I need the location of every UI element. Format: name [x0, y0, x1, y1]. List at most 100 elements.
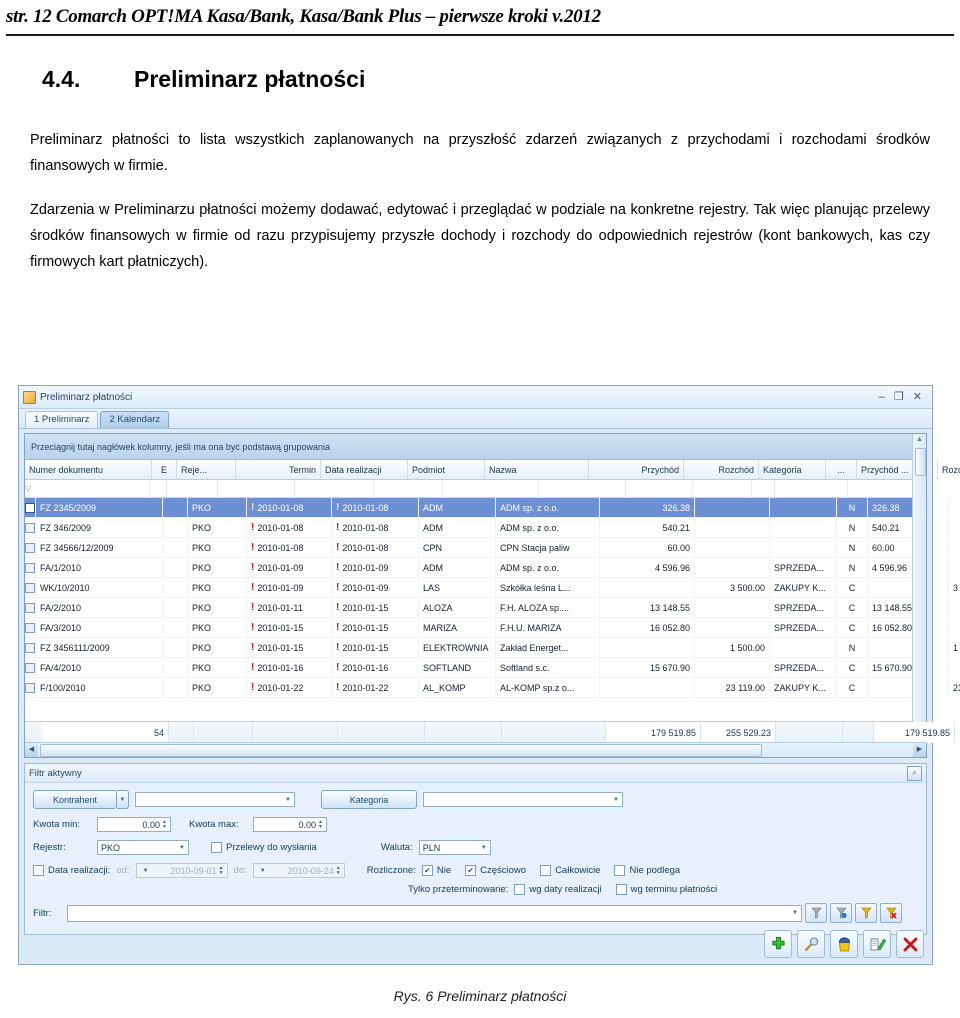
column-header[interactable]: Termin	[236, 460, 321, 479]
column-filter-cell[interactable]	[31, 480, 151, 497]
row-checkbox[interactable]	[25, 498, 36, 517]
przelewy-checkbox-item[interactable]: ✔ Przelewy do wysłania	[211, 842, 317, 853]
column-filter-cell[interactable]	[626, 480, 694, 497]
tab-kalendarz[interactable]: 2 Kalendarz	[100, 411, 170, 428]
close-icon[interactable]: ✕	[913, 392, 922, 403]
checkbox-option[interactable]: ✔wg daty realizacji	[514, 884, 602, 895]
hscroll-thumb[interactable]	[40, 744, 762, 757]
stepper-icon[interactable]: ▲ ▼	[318, 819, 323, 830]
stepper-icon[interactable]: ▲ ▼	[336, 865, 341, 876]
column-header[interactable]: ...	[826, 460, 857, 479]
checkbox-icon[interactable]: ✔	[540, 865, 552, 876]
funnel-yellow-icon[interactable]	[855, 903, 877, 923]
checkbox-option[interactable]: ✔ Nie	[421, 865, 451, 876]
delete-button[interactable]	[830, 930, 858, 958]
kontrahent-combo[interactable]: ▼	[135, 792, 295, 807]
checkbox-icon[interactable]: ✔	[33, 865, 44, 876]
scroll-up-icon[interactable]: ▲	[916, 434, 923, 445]
row-checkbox[interactable]	[25, 678, 36, 697]
table-row[interactable]: FA/2/2010 PKO! 2010-01-11! 2010-01-15 ALOZA F…	[25, 598, 949, 618]
checkbox-option[interactable]: ✔wg terminu płatności	[615, 884, 717, 895]
column-header[interactable]: Rozchód w...	[938, 460, 960, 479]
table-row[interactable]: FZ 346/2009 PKO! 2010-01-08! 2010-01-08 ADM A…	[25, 518, 949, 538]
waluta-combo[interactable]: PLN ▼	[418, 840, 491, 855]
column-filter-cell[interactable]	[218, 480, 296, 497]
row-checkbox[interactable]	[25, 538, 36, 557]
hscroll-track[interactable]	[38, 743, 913, 757]
table-row[interactable]: FA/1/2010 PKO! 2010-01-09! 2010-01-09 ADM ADM…	[25, 558, 949, 578]
funnel-blue-icon[interactable]	[830, 903, 852, 923]
vertical-scrollbar[interactable]: ▲ ▼	[912, 434, 926, 742]
table-row[interactable]: F/100/2010 PKO! 2010-01-22! 2010-01-22 AL_KO…	[25, 678, 960, 698]
checkbox-icon[interactable]: ✔	[211, 842, 222, 853]
column-filter-cell[interactable]	[295, 480, 375, 497]
column-filter-cell[interactable]	[539, 480, 627, 497]
row-checkbox[interactable]	[25, 658, 36, 677]
column-header[interactable]: Przychód	[589, 460, 684, 479]
edit-button[interactable]	[863, 930, 891, 958]
table-row[interactable]: FA/3/2010 PKO! 2010-01-15! 2010-01-15 MARIZA…	[25, 618, 949, 638]
tab-preliminarz[interactable]: 1 Preliminarz	[25, 411, 99, 428]
minimize-icon[interactable]: –	[879, 392, 885, 403]
filtr-input[interactable]: ▼	[67, 904, 802, 922]
column-filter-cell[interactable]	[167, 480, 219, 497]
row-checkbox[interactable]	[25, 598, 36, 617]
kontrahent-button[interactable]: Kontrahent	[33, 790, 117, 809]
table-row[interactable]: FA/4/2010 PKO! 2010-01-16! 2010-01-16 SOFTLA…	[25, 658, 949, 678]
kategoria-button[interactable]: Kategoria	[321, 790, 417, 809]
column-header[interactable]: Data realizacji	[321, 460, 408, 479]
table-row[interactable]: WK/10/2010 PKO! 2010-01-09! 2010-01-09 LAS Sz…	[25, 578, 960, 598]
checkbox-icon[interactable]: ✔	[615, 884, 627, 895]
column-header[interactable]: Numer dokumentu	[25, 460, 152, 479]
vscroll-thumb[interactable]	[915, 448, 926, 476]
funnel-grey-icon[interactable]	[805, 903, 827, 923]
column-filter-cell[interactable]	[693, 480, 753, 497]
add-button[interactable]	[764, 930, 792, 958]
od-date-input[interactable]: ▼ 2010-09-01 ▲ ▼	[135, 863, 228, 878]
checkbox-option[interactable]: ✔Nie podlega	[614, 865, 680, 876]
column-filter-cell[interactable]	[775, 480, 849, 497]
data-realizacji-checkbox-item[interactable]: ✔ Data realizacji:	[33, 865, 110, 876]
column-header[interactable]: Podmiot	[408, 460, 485, 479]
column-header[interactable]: Nazwa	[485, 460, 589, 479]
do-date-input[interactable]: ▼ 2010-09-24 ▲ ▼	[252, 863, 345, 878]
row-checkbox[interactable]	[25, 518, 36, 537]
scroll-right-icon[interactable]: ▶	[913, 743, 926, 757]
column-header[interactable]: E	[152, 460, 177, 479]
checkbox-icon[interactable]: ✔	[614, 865, 626, 876]
preview-button[interactable]	[797, 930, 825, 958]
table-row[interactable]: FZ 34566/12/2009 PKO! 2010-01-08! 2010-01-0…	[25, 538, 949, 558]
column-filter-cell[interactable]	[752, 480, 776, 497]
group-by-dropzone[interactable]: Przeciągnij tutaj nagłówek kolumny, jeśl…	[25, 434, 926, 460]
column-filter-cell[interactable]	[150, 480, 168, 497]
kwota-max-input[interactable]: 0.00 ▲ ▼	[253, 817, 327, 832]
table-row[interactable]: FZ 3456111/2009 PKO! 2010-01-15! 2010-01-15…	[25, 638, 960, 658]
maximize-icon[interactable]: ❐	[894, 392, 904, 403]
checkbox-icon[interactable]: ✔	[421, 865, 433, 876]
rejestr-combo[interactable]: PKO ▼	[97, 840, 189, 855]
checkbox-icon[interactable]: ✔	[514, 884, 526, 895]
checkbox-icon[interactable]: ✔	[465, 865, 477, 876]
column-filter-cell[interactable]	[374, 480, 444, 497]
stepper-icon[interactable]: ▲ ▼	[162, 819, 167, 830]
close-button[interactable]	[896, 930, 924, 958]
kontrahent-dropdown-icon[interactable]: ▼	[117, 790, 129, 809]
column-header[interactable]: Rozchód	[684, 460, 759, 479]
row-checkbox[interactable]	[25, 558, 36, 577]
horizontal-scrollbar[interactable]: ◀ ▶	[25, 742, 926, 757]
row-checkbox[interactable]	[25, 618, 36, 637]
row-checkbox[interactable]	[25, 638, 36, 657]
column-filter-cell[interactable]	[848, 480, 916, 497]
filter-collapse-icon[interactable]: ⌕	[907, 765, 922, 781]
checkbox-option[interactable]: ✔ Częściowo	[465, 865, 526, 876]
scroll-left-icon[interactable]: ◀	[25, 743, 38, 757]
funnel-remove-icon[interactable]	[880, 903, 902, 923]
kategoria-combo[interactable]: ▼	[423, 792, 623, 807]
column-header[interactable]: Reje...	[177, 460, 236, 479]
column-header[interactable]: Kategoria	[759, 460, 826, 479]
kwota-min-input[interactable]: 0.00 ▲ ▼	[97, 817, 171, 832]
checkbox-option[interactable]: ✔Całkowicie	[540, 865, 600, 876]
row-checkbox[interactable]	[25, 578, 36, 597]
table-row[interactable]: FZ 2345/2009 PKO! 2010-01-08! 2010-01-08 ADM…	[25, 498, 949, 518]
grid-filter-row[interactable]: ▽	[25, 480, 926, 498]
